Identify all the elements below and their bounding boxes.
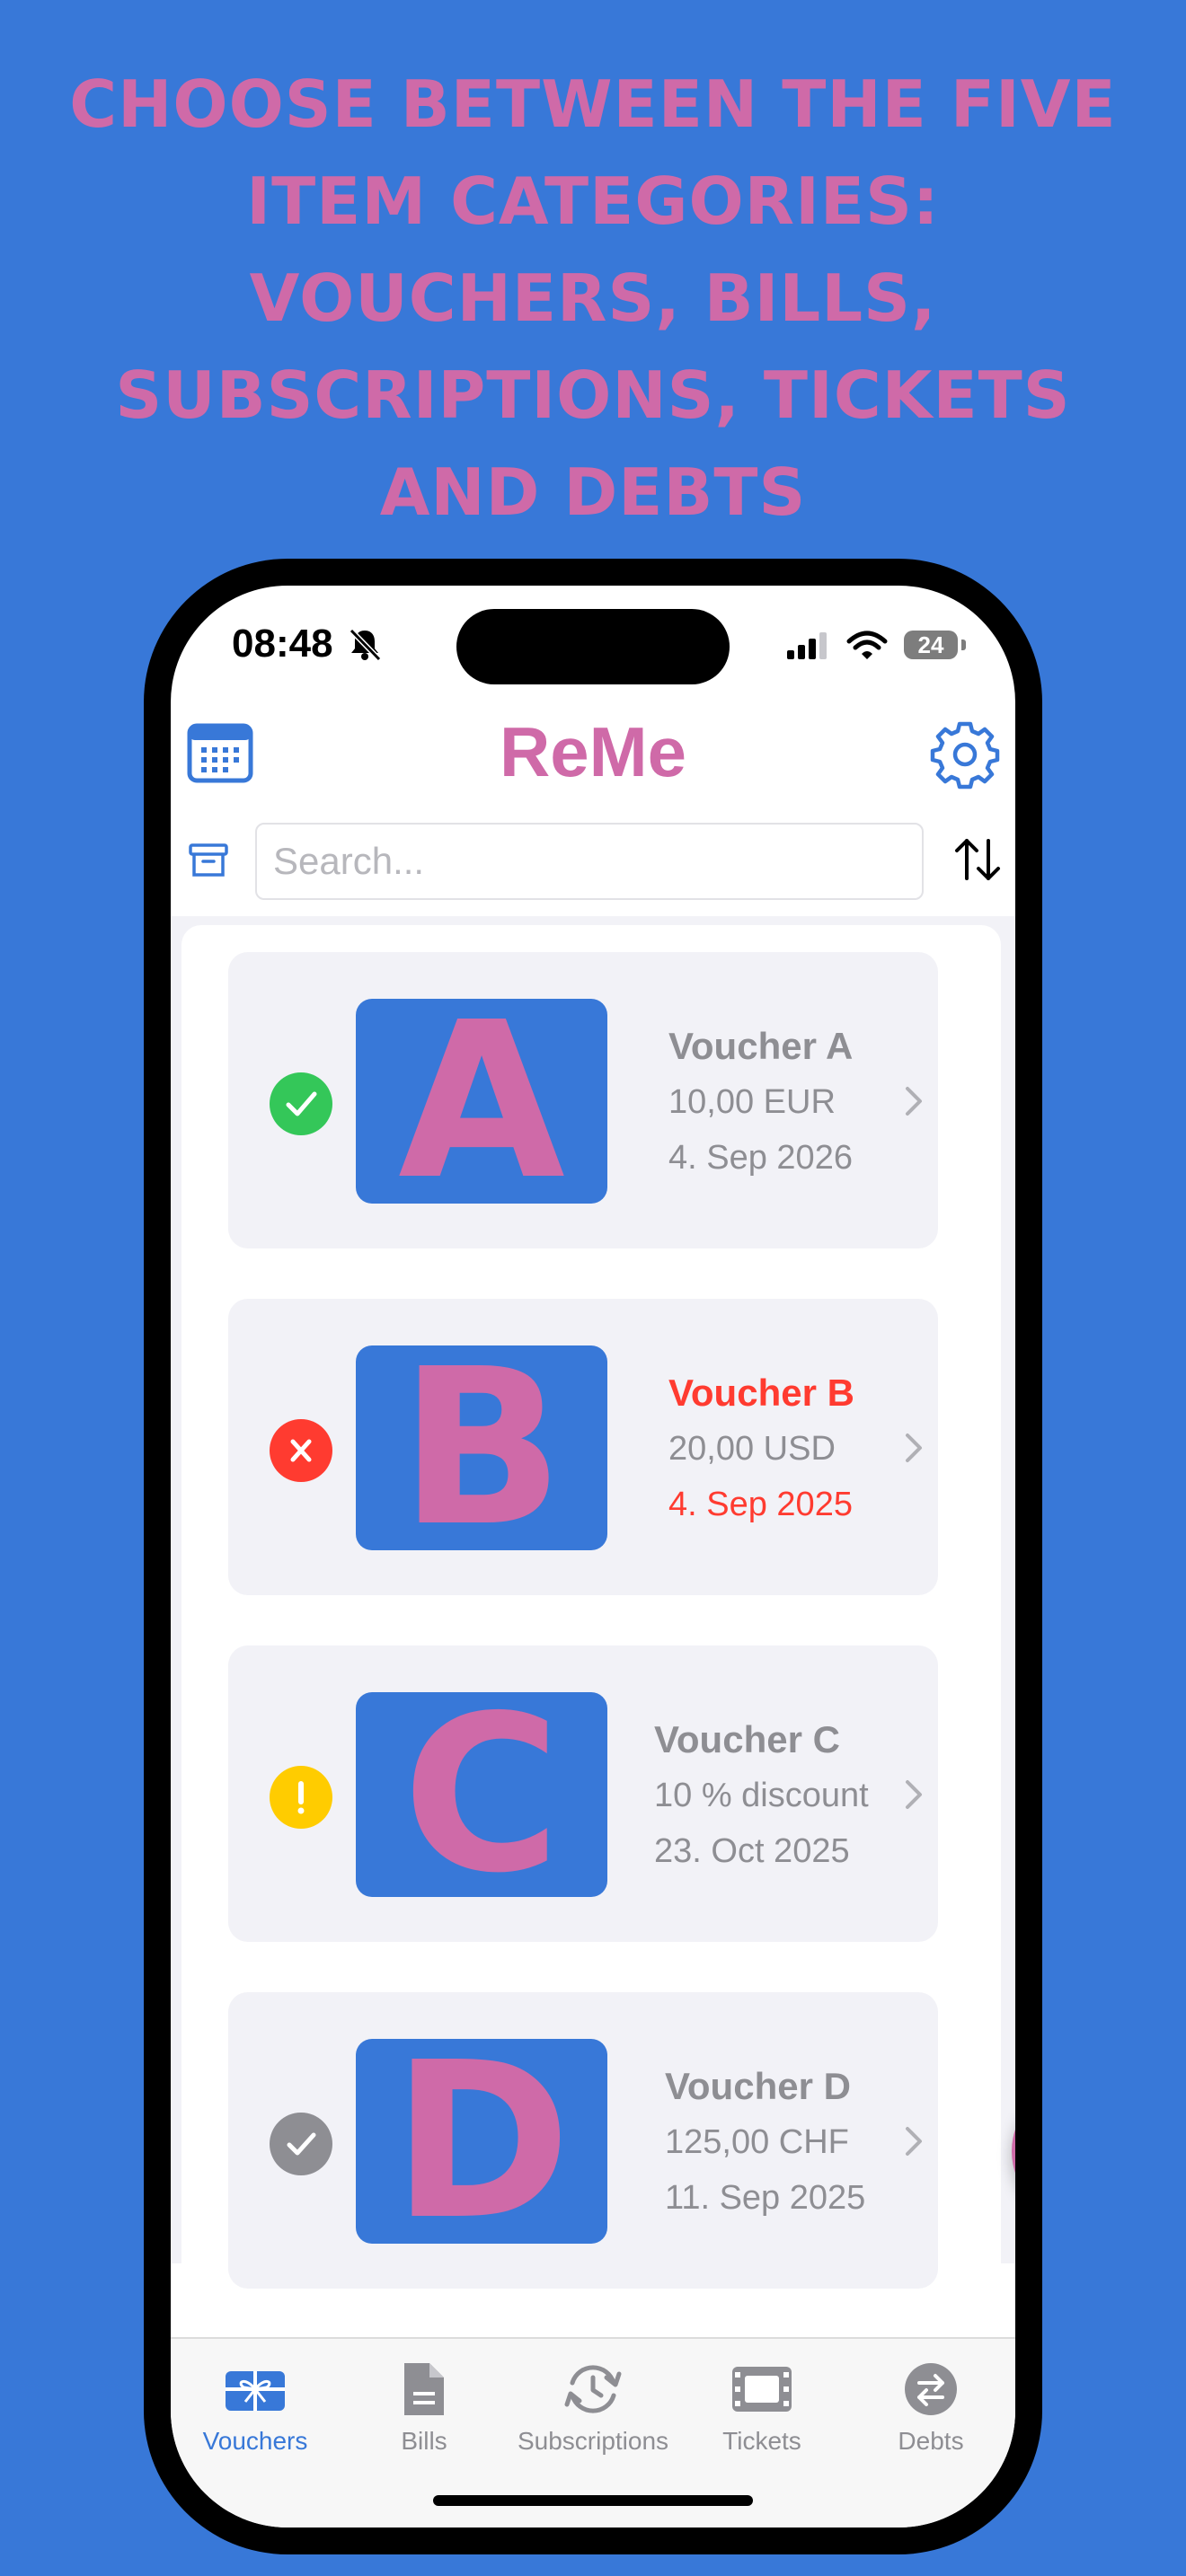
status-badge-redeemed xyxy=(270,2113,332,2175)
status-badge-expiring xyxy=(270,1766,332,1829)
voucher-card[interactable]: B Voucher B 20,00 USD 4. Sep 2025 xyxy=(228,1299,938,1595)
battery-tip xyxy=(961,640,966,650)
headline-line: CHOOSE BETWEEN THE FIVE xyxy=(69,66,1117,142)
voucher-name: Voucher D xyxy=(665,2065,851,2107)
voucher-card[interactable]: D Voucher D 125,00 CHF 11. Sep 2025 xyxy=(228,1992,938,2289)
gear-icon[interactable] xyxy=(929,719,1001,795)
chevron-right-icon xyxy=(906,1087,922,1116)
tab-bills[interactable]: Bills xyxy=(340,2355,509,2456)
voucher-value: 10,00 EUR xyxy=(668,1083,836,1121)
status-time: 08:48 xyxy=(232,622,333,666)
chevron-right-icon xyxy=(906,1434,922,1462)
promo-headline: CHOOSE BETWEEN THE FIVE ITEM CATEGORIES:… xyxy=(0,56,1186,541)
voucher-name: Voucher C xyxy=(654,1718,840,1760)
checkmark-icon xyxy=(287,2132,316,2156)
phone-frame: 08:48 24 ReMe Search... A Voucher A 10,0… xyxy=(144,559,1042,2554)
voucher-date: 4. Sep 2026 xyxy=(668,1139,853,1177)
voucher-date: 11. Sep 2025 xyxy=(665,2179,866,2217)
status-badge-expired xyxy=(270,1419,332,1482)
document-icon xyxy=(404,2363,444,2415)
voucher-date: 4. Sep 2025 xyxy=(668,1486,853,1523)
x-icon xyxy=(290,1439,312,1462)
voucher-info: Voucher A 10,00 EUR 4. Sep 2026 xyxy=(668,1019,853,1186)
tab-label: Bills xyxy=(401,2427,447,2455)
voucher-card[interactable]: C Voucher C 10 % discount 23. Oct 2025 xyxy=(228,1645,938,1942)
voucher-info: Voucher D 125,00 CHF 11. Sep 2025 xyxy=(665,2059,865,2226)
wifi-icon xyxy=(846,631,888,666)
tab-debts[interactable]: Debts xyxy=(846,2355,1015,2456)
bell-slash-icon xyxy=(347,627,383,667)
search-input[interactable]: Search... xyxy=(255,823,924,900)
voucher-value: 125,00 CHF xyxy=(665,2123,849,2161)
chevron-right-icon xyxy=(906,1780,922,1809)
tab-label: Tickets xyxy=(722,2427,801,2455)
voucher-list: A Voucher A 10,00 EUR 4. Sep 2026 B Vouc… xyxy=(181,925,1001,2310)
archive-icon[interactable] xyxy=(189,842,228,883)
tab-tickets[interactable]: Tickets xyxy=(677,2355,846,2456)
voucher-card[interactable]: A Voucher A 10,00 EUR 4. Sep 2026 xyxy=(228,952,938,1248)
phone-screen: 08:48 24 ReMe Search... A Voucher A 10,0… xyxy=(171,586,1015,2527)
gift-icon xyxy=(226,2371,285,2411)
app-title: ReMe xyxy=(499,712,687,791)
battery-indicator: 24 xyxy=(904,631,958,659)
status-badge-valid xyxy=(270,1072,332,1135)
voucher-thumbnail: C xyxy=(356,1692,607,1897)
voucher-info: Voucher C 10 % discount 23. Oct 2025 xyxy=(654,1712,869,1879)
voucher-name: Voucher A xyxy=(668,1025,854,1067)
headline-line: VOUCHERS, BILLS, xyxy=(249,260,937,336)
clock-arrows-icon xyxy=(564,2365,622,2413)
cellular-signal-icon xyxy=(787,632,832,664)
headline-line: ITEM CATEGORIES: xyxy=(246,163,940,239)
voucher-value: 10 % discount xyxy=(654,1777,869,1814)
headline-line: AND DEBTS xyxy=(379,454,807,530)
checkmark-icon xyxy=(286,1091,317,1116)
voucher-thumbnail: B xyxy=(356,1345,607,1550)
arrows-exchange-icon xyxy=(905,2363,957,2415)
voucher-thumbnail: D xyxy=(356,2039,607,2244)
tab-label: Subscriptions xyxy=(517,2427,669,2455)
tab-subscriptions[interactable]: Subscriptions xyxy=(509,2355,677,2456)
ticket-icon xyxy=(732,2367,792,2412)
chevron-right-icon xyxy=(906,2127,922,2156)
voucher-thumbnail: A xyxy=(356,999,607,1204)
headline-line: SUBSCRIPTIONS, TICKETS xyxy=(115,357,1071,433)
voucher-info: Voucher B 20,00 USD 4. Sep 2025 xyxy=(668,1365,854,1532)
tab-label: Debts xyxy=(898,2427,964,2455)
exclamation-icon xyxy=(297,1781,305,1814)
tab-label: Vouchers xyxy=(202,2427,308,2455)
voucher-date: 23. Oct 2025 xyxy=(654,1832,850,1870)
dynamic-island xyxy=(456,609,730,684)
voucher-value: 20,00 USD xyxy=(668,1430,836,1468)
tab-vouchers[interactable]: Vouchers xyxy=(171,2355,340,2456)
home-indicator xyxy=(433,2495,753,2506)
sort-arrows-icon[interactable] xyxy=(954,837,1001,887)
voucher-name: Voucher B xyxy=(668,1372,854,1414)
